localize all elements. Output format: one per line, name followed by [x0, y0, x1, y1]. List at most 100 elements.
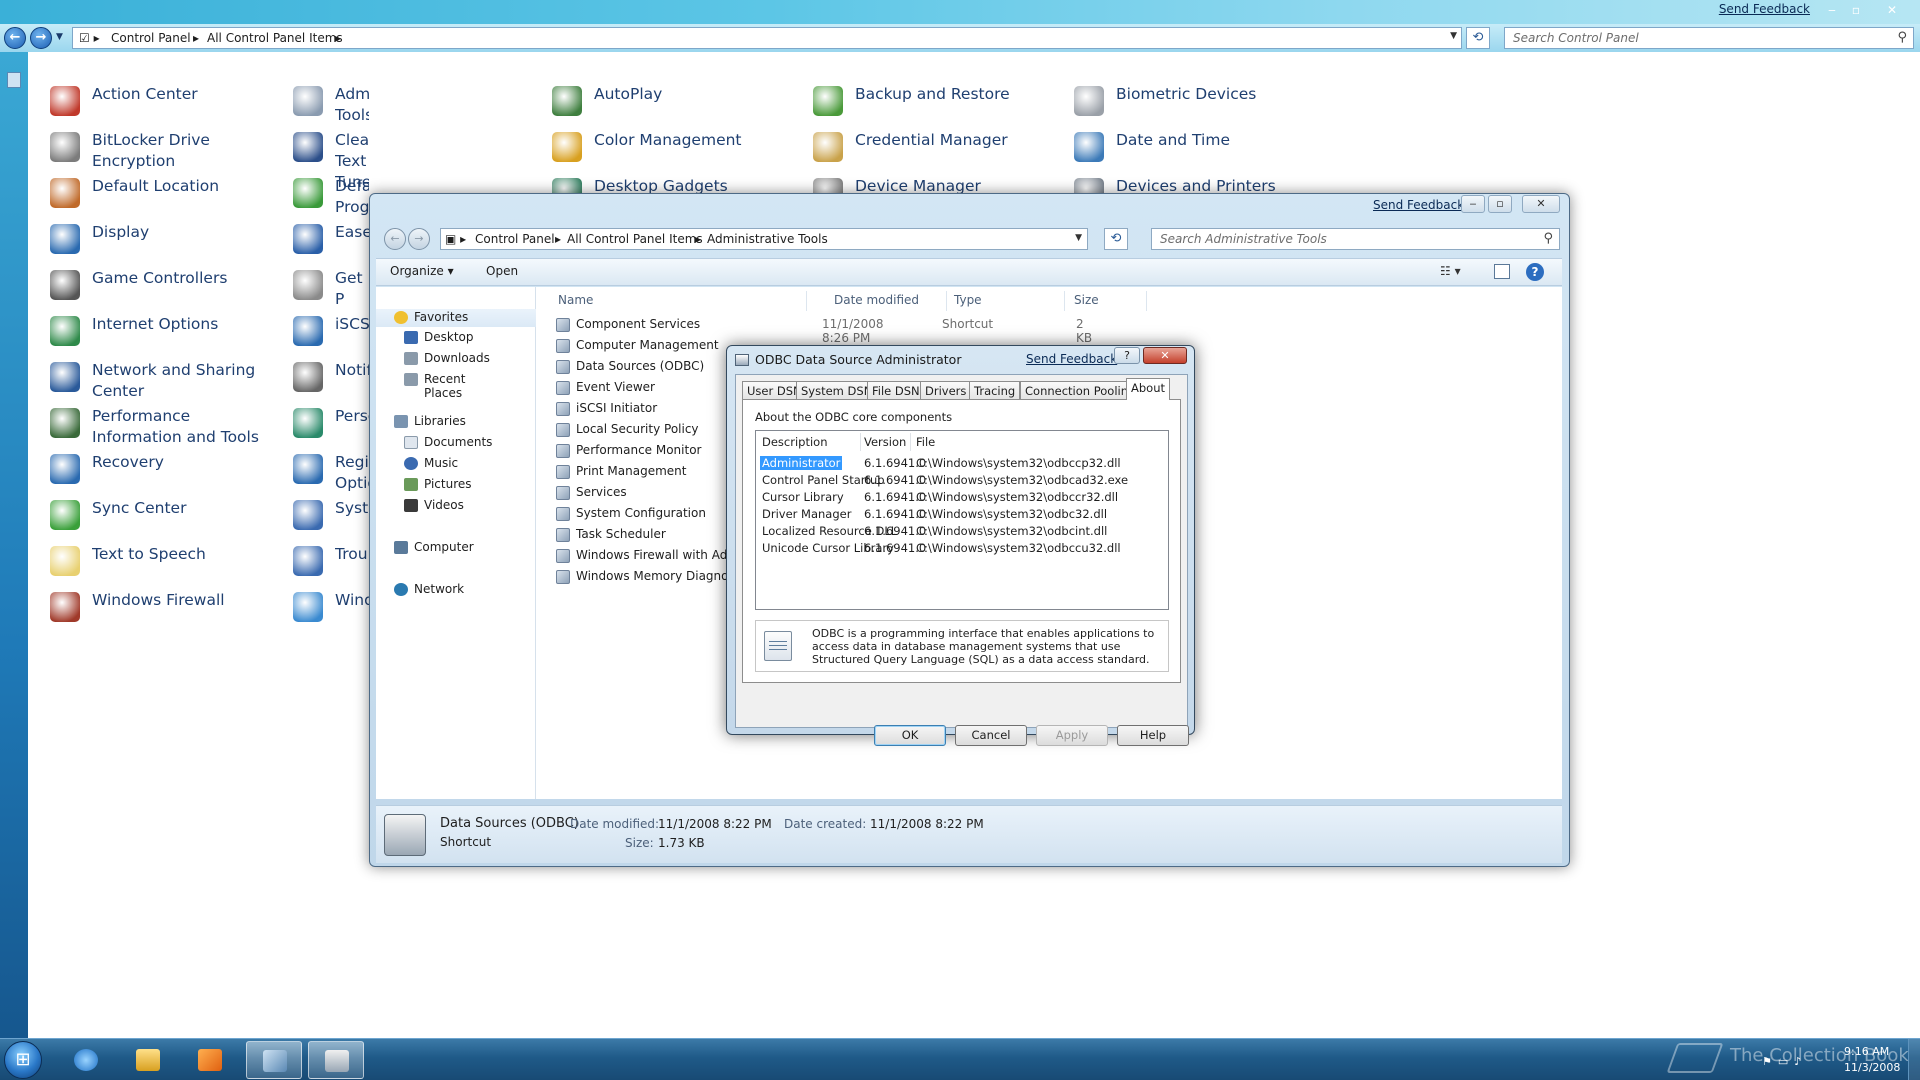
taskbar-control-panel[interactable]	[246, 1041, 302, 1079]
control-panel-item[interactable]: Regi Optio	[293, 452, 369, 492]
control-panel-item[interactable]: Perso	[293, 406, 369, 446]
control-panel-item[interactable]: Text to Speech	[50, 544, 270, 584]
tab-about[interactable]: About	[1126, 378, 1171, 400]
control-panel-item[interactable]: Biometric Devices	[1074, 84, 1294, 124]
components-table[interactable]: Description Version File Administrator 6.…	[755, 430, 1169, 610]
sidebar-icon[interactable]	[7, 72, 21, 88]
start-button[interactable]: ⊞	[4, 1041, 42, 1079]
tab-tracing[interactable]: Tracing	[969, 381, 1021, 400]
control-panel-item[interactable]: Credential Manager	[813, 130, 1033, 170]
open-button[interactable]: Open	[486, 264, 518, 278]
system-tray-icons[interactable]: ⚑▭♪	[1762, 1055, 1807, 1068]
preview-pane-button[interactable]	[1494, 264, 1510, 279]
nav-favorites[interactable]: Favorites	[376, 309, 536, 327]
control-panel-item[interactable]: Performance Information and Tools	[50, 406, 270, 446]
send-feedback-link[interactable]: Send Feedback	[1026, 352, 1117, 366]
control-panel-item[interactable]: Notif	[293, 360, 369, 400]
tab-file-dsn[interactable]: File DSN	[867, 381, 925, 400]
column-header-date-modified[interactable]: Date modified	[834, 293, 919, 313]
search-control-panel-input[interactable]: Search Control Panel ⚲	[1504, 27, 1914, 49]
breadcrumb-all-items[interactable]: All Control Panel Items	[567, 232, 703, 246]
address-bar[interactable]: ☑ ▸ Control Panel ▸ All Control Panel It…	[72, 27, 1462, 49]
minimize-button[interactable]: ‒	[1461, 195, 1485, 213]
search-administrative-tools-input[interactable]: Search Administrative Tools ⚲	[1151, 228, 1560, 250]
file-row[interactable]: Component Services 11/1/2008 8:26 PM Short…	[556, 315, 1092, 345]
component-row[interactable]: Unicode Cursor Library 6.1.6941.0 C:\Windo…	[760, 540, 1164, 556]
change-view-button[interactable]: ☷ ▾	[1440, 264, 1461, 278]
refresh-button[interactable]: ⟲	[1466, 27, 1490, 49]
control-panel-item[interactable]: Syste	[293, 498, 369, 538]
control-panel-item[interactable]: Backup and Restore	[813, 84, 1033, 124]
control-panel-item[interactable]: Game Controllers	[50, 268, 270, 308]
control-panel-item[interactable]: Color Management	[552, 130, 772, 170]
column-divider[interactable]	[946, 291, 947, 311]
column-divider[interactable]	[860, 433, 861, 451]
apply-button[interactable]: Apply	[1036, 725, 1108, 746]
address-dropdown-icon[interactable]: ▼	[1075, 233, 1082, 243]
close-button[interactable]: ✕	[1880, 1, 1904, 19]
header-version[interactable]: Version	[864, 435, 906, 449]
control-panel-item[interactable]: Windows Firewall	[50, 590, 270, 630]
refresh-button[interactable]: ⟲	[1104, 228, 1128, 250]
close-button[interactable]: ✕	[1143, 347, 1187, 364]
breadcrumb-all-items[interactable]: All Control Panel Items	[207, 31, 343, 45]
control-panel-item[interactable]: Sync Center	[50, 498, 270, 538]
column-divider[interactable]	[806, 291, 807, 311]
recent-pages-dropdown[interactable]: ▼	[56, 32, 63, 42]
tab-system-dsn[interactable]: System DSN	[796, 381, 878, 400]
control-panel-item[interactable]: Trou	[293, 544, 368, 584]
forward-button[interactable]: →	[408, 228, 430, 250]
close-button[interactable]: ✕	[1522, 195, 1560, 213]
forward-button[interactable]: →	[30, 27, 52, 49]
organize-menu-button[interactable]: Organize ▾	[390, 264, 454, 278]
control-panel-item[interactable]: Network and Sharing Center	[50, 360, 270, 400]
control-panel-item[interactable]: Administrative Tools	[293, 84, 369, 124]
control-panel-item[interactable]: Internet Options	[50, 314, 270, 354]
control-panel-item[interactable]: Ease	[293, 222, 369, 262]
control-panel-item[interactable]: iSCS	[293, 314, 369, 354]
column-divider[interactable]	[1146, 291, 1147, 311]
help-button[interactable]: ?	[1114, 347, 1140, 364]
header-description[interactable]: Description	[762, 435, 828, 449]
header-file[interactable]: File	[916, 435, 935, 449]
control-panel-item[interactable]: ClearType Text Tuner	[293, 130, 369, 191]
component-row[interactable]: Localized Resource DLL 6.1.6941.0 C:\Windo…	[760, 523, 1164, 539]
address-bar[interactable]: ▣ ▸ Control Panel ▸ All Control Panel It…	[440, 228, 1088, 250]
back-button[interactable]: ←	[4, 27, 26, 49]
help-icon[interactable]: ?	[1526, 263, 1544, 281]
tab-drivers[interactable]: Drivers	[920, 381, 972, 400]
component-row[interactable]: Cursor Library 6.1.6941.0 C:\Windows\syste…	[760, 489, 1164, 505]
control-panel-item[interactable]: BitLocker Drive Encryption	[50, 130, 270, 170]
column-header-type[interactable]: Type	[954, 293, 982, 313]
tab-connection-pooling[interactable]: Connection Pooling	[1020, 381, 1141, 400]
maximize-button[interactable]: ▫	[1488, 195, 1512, 213]
taskbar-odbc[interactable]	[308, 1041, 364, 1079]
send-feedback-link[interactable]: Send Feedback	[1719, 2, 1810, 16]
send-feedback-link[interactable]: Send Feedback	[1373, 198, 1464, 212]
show-desktop-button[interactable]	[1908, 1039, 1920, 1080]
component-row[interactable]: Control Panel Startup 6.1.6941.0 C:\Window…	[760, 472, 1164, 488]
component-row[interactable]: Driver Manager 6.1.6941.0 C:\Windows\syste…	[760, 506, 1164, 522]
maximize-button[interactable]: ▫	[1844, 1, 1868, 19]
taskbar-explorer[interactable]	[120, 1041, 176, 1079]
back-button[interactable]: ←	[384, 228, 406, 250]
search-icon[interactable]: ⚲	[1543, 231, 1553, 246]
taskbar-media-player[interactable]	[182, 1041, 238, 1079]
column-header-name[interactable]: Name	[558, 293, 593, 313]
column-header-size[interactable]: Size	[1074, 293, 1099, 313]
control-panel-item[interactable]: Recovery	[50, 452, 270, 492]
control-panel-item[interactable]: Date and Time	[1074, 130, 1294, 170]
column-divider[interactable]	[910, 433, 911, 451]
breadcrumb-control-panel[interactable]: Control Panel	[475, 232, 555, 246]
control-panel-item[interactable]: Default Location	[50, 176, 270, 216]
control-panel-item[interactable]: Default Programs	[293, 176, 369, 216]
control-panel-item[interactable]: Get P	[293, 268, 365, 308]
minimize-button[interactable]: ‒	[1820, 1, 1844, 19]
column-divider[interactable]	[1064, 291, 1065, 311]
control-panel-item[interactable]: AutoPlay	[552, 84, 772, 124]
control-panel-item[interactable]: Wind	[293, 590, 369, 630]
help-button[interactable]: Help	[1117, 725, 1189, 746]
clock-date[interactable]: 11/3/2008	[1844, 1061, 1900, 1074]
clock-time[interactable]: 9:16 AM	[1844, 1045, 1889, 1058]
taskbar-internet-explorer[interactable]	[58, 1041, 114, 1079]
